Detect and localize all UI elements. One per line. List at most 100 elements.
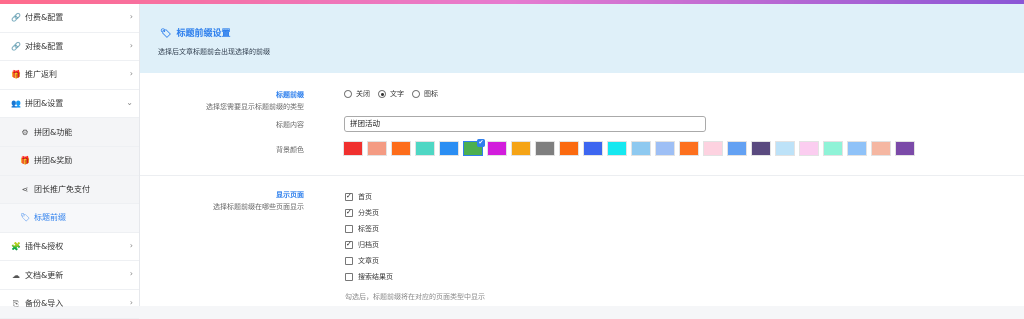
color-swatch[interactable] xyxy=(751,141,771,156)
color-swatch-group: ✔ xyxy=(343,139,915,156)
checkbox-article[interactable]: 文章页 xyxy=(345,256,379,266)
sidebar-item-plugins[interactable]: 🧩 插件&授权 › xyxy=(0,233,139,262)
chevron-right-icon: › xyxy=(129,12,133,21)
checkbox-label: 搜索结果页 xyxy=(358,273,393,281)
section-banner: 🏷 标题前缀设置 选择后文章标题前会出现选择的前缀 xyxy=(140,4,1024,73)
sidebar-item-label: 拼团&功能 xyxy=(34,127,73,137)
color-swatch[interactable] xyxy=(439,141,459,156)
display-pages-label: 显示页面 xyxy=(276,191,304,199)
color-swatch[interactable] xyxy=(703,141,723,156)
color-swatch[interactable] xyxy=(631,141,651,156)
radio-icon[interactable]: 图标 xyxy=(412,89,438,99)
checkbox-label: 分类页 xyxy=(358,209,379,217)
color-swatch[interactable] xyxy=(775,141,795,156)
sidebar-item-label: 对接&配置 xyxy=(25,41,64,51)
sidebar-item-label: 拼团&奖励 xyxy=(34,156,73,166)
color-swatch[interactable] xyxy=(847,141,867,156)
checkbox-label: 首页 xyxy=(358,193,372,201)
sidebar-item-label: 插件&授权 xyxy=(25,242,64,252)
link-icon: 🔗 xyxy=(11,13,21,23)
title-content-input[interactable]: 拼团活动 xyxy=(344,116,706,132)
color-swatch[interactable] xyxy=(367,141,387,156)
checkbox-box-checked xyxy=(345,240,353,249)
radio-off[interactable]: 关闭 xyxy=(344,89,370,99)
display-pages-hint: 勾选后，标题前缀将在对应的页面类型中显示 xyxy=(345,293,485,301)
color-swatch[interactable] xyxy=(511,141,531,156)
color-swatch[interactable] xyxy=(583,141,603,156)
color-swatch[interactable] xyxy=(799,141,819,156)
sidebar-item-payment[interactable]: 🔗 付费&配置 › xyxy=(0,4,139,33)
prefix-type-sublabel: 选择您需要显示标题前缀的类型 xyxy=(206,103,304,111)
settings-panel: 🏷 标题前缀设置 选择后文章标题前会出现选择的前缀 标题前缀 选择您需要显示标题前… xyxy=(140,4,1024,306)
color-swatch[interactable] xyxy=(559,141,579,156)
sidebar-item-promotion[interactable]: 🎁 推广返利 › xyxy=(0,61,139,90)
color-swatch[interactable] xyxy=(823,141,843,156)
users-icon: 👥 xyxy=(11,99,21,109)
title-content-label: 标题内容 xyxy=(276,121,304,129)
checkbox-box xyxy=(345,273,353,281)
color-swatch[interactable] xyxy=(607,141,627,156)
checkbox-tag[interactable]: 标签页 xyxy=(345,224,379,234)
color-swatch[interactable] xyxy=(487,141,507,156)
chevron-down-icon: ⌄ xyxy=(126,97,133,107)
gear-icon: ⚙ xyxy=(21,127,29,137)
checkbox-archive[interactable]: 归档页 xyxy=(345,240,379,250)
check-icon: ✔ xyxy=(477,139,485,147)
tag-icon: 🏷 xyxy=(20,213,31,223)
divider xyxy=(140,175,1024,176)
sidebar-item-group-settings[interactable]: 👥 拼团&设置 ⌄ xyxy=(0,90,139,119)
sidebar-item-label: 拼团&设置 xyxy=(25,99,64,109)
cloud-icon: ☁ xyxy=(12,270,20,280)
color-swatch[interactable] xyxy=(871,141,891,156)
gift-icon: 🎁 xyxy=(11,70,21,80)
checkbox-label: 文章页 xyxy=(358,257,379,265)
sidebar-item-backup[interactable]: ⎘ 备份&导入 › xyxy=(0,290,139,319)
sidebar-subitem-leader-free[interactable]: ⋖ 团长推广免支付 xyxy=(0,175,139,205)
sidebar-item-label: 团长推广免支付 xyxy=(34,184,90,194)
chevron-right-icon: › xyxy=(129,269,133,279)
chevron-right-icon: › xyxy=(129,240,133,250)
puzzle-icon: 🧩 xyxy=(11,242,21,252)
sidebar-subitem-group-reward[interactable]: 🎁 拼团&奖励 xyxy=(0,146,139,176)
color-swatch[interactable] xyxy=(727,141,747,156)
radio-dot xyxy=(344,90,352,98)
link-icon: 🔗 xyxy=(11,41,21,51)
section-title: 🏷 标题前缀设置 xyxy=(160,26,230,39)
sidebar-subitem-title-prefix[interactable]: 🏷 标题前缀 xyxy=(0,204,139,233)
checkbox-category[interactable]: 分类页 xyxy=(345,208,379,218)
checkbox-label: 归档页 xyxy=(358,241,379,249)
checkbox-home[interactable]: 首页 xyxy=(345,192,372,202)
checkbox-label: 标签页 xyxy=(358,225,379,233)
display-pages-sublabel: 选择标题前缀在哪些页面显示 xyxy=(213,203,304,211)
sidebar-item-label: 文档&更新 xyxy=(25,270,64,280)
checkbox-box xyxy=(345,225,353,233)
radio-text[interactable]: 文字 xyxy=(378,89,404,99)
checkbox-search[interactable]: 搜索结果页 xyxy=(345,272,393,282)
sidebar-item-label: 付费&配置 xyxy=(25,13,64,23)
chevron-right-icon: › xyxy=(129,40,133,50)
color-swatch[interactable] xyxy=(535,141,555,156)
radio-dot-selected xyxy=(378,90,386,98)
color-swatch[interactable] xyxy=(895,141,915,156)
chevron-right-icon: › xyxy=(129,69,133,79)
checkbox-box-checked xyxy=(345,208,353,217)
radio-label: 图标 xyxy=(424,90,438,98)
sidebar-item-docs[interactable]: ☁ 文档&更新 › xyxy=(0,261,139,290)
color-swatch[interactable] xyxy=(679,141,699,156)
checkbox-box-checked xyxy=(345,192,353,201)
color-swatch[interactable] xyxy=(655,141,675,156)
color-swatch[interactable] xyxy=(343,141,363,156)
checkbox-box xyxy=(345,257,353,265)
sidebar-item-integration[interactable]: 🔗 对接&配置 › xyxy=(0,33,139,62)
radio-label: 关闭 xyxy=(356,90,370,98)
color-swatch[interactable] xyxy=(415,141,435,156)
color-swatch[interactable] xyxy=(391,141,411,156)
color-swatch[interactable]: ✔ xyxy=(463,139,485,156)
section-title-text: 标题前缀设置 xyxy=(176,29,231,39)
sidebar-item-label: 推广返利 xyxy=(25,70,57,80)
prefix-type-radio-group: 关闭 文字 图标 xyxy=(344,89,446,99)
sidebar-subitem-group-function[interactable]: ⚙ 拼团&功能 xyxy=(0,118,139,147)
gift-icon: 🎁 xyxy=(20,156,30,166)
sidebar: 🔗 付费&配置 › 🔗 对接&配置 › 🎁 推广返利 › 👥 拼团&设置 ⌄ ⚙… xyxy=(0,4,140,319)
tag-icon: 🏷 xyxy=(160,29,172,39)
